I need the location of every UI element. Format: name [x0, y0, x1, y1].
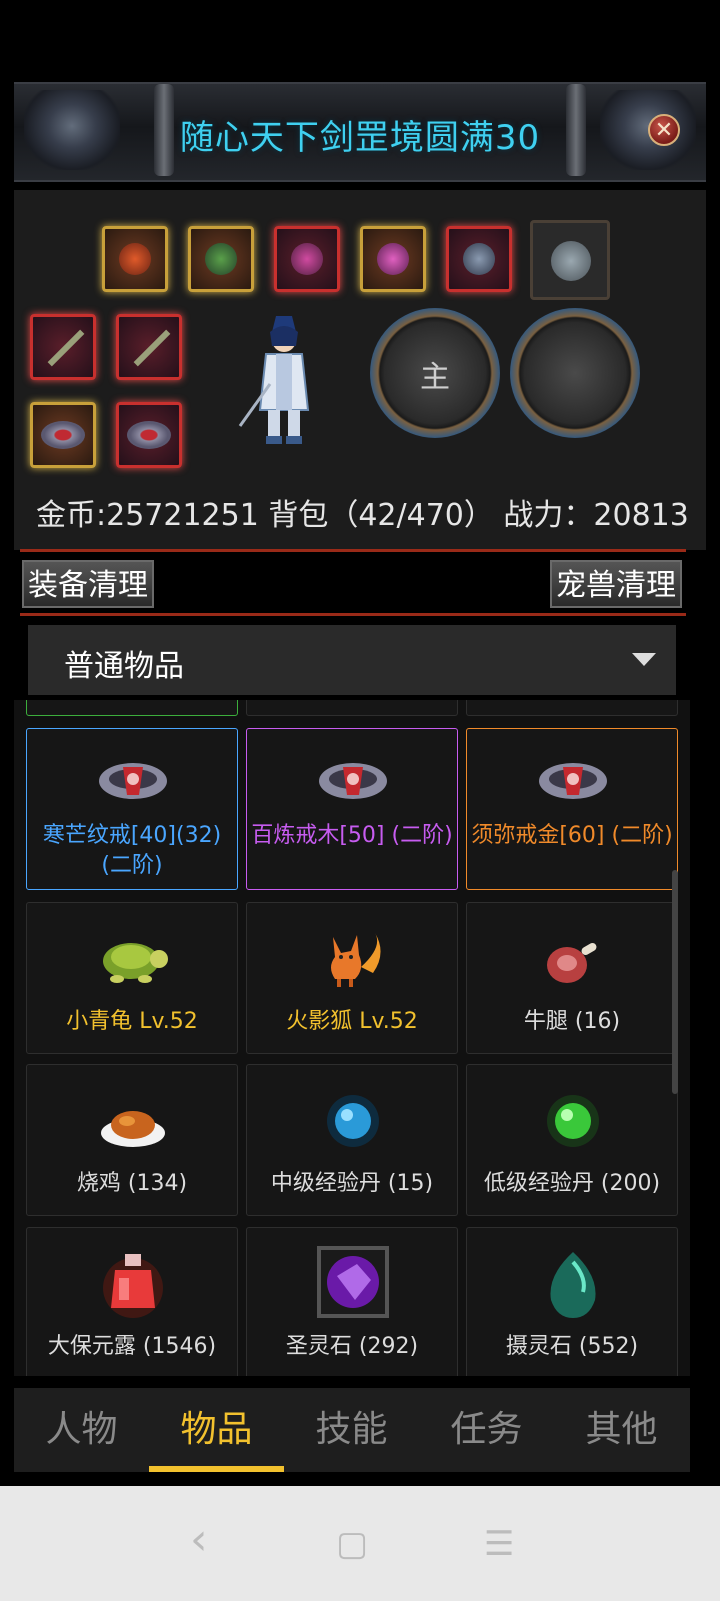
menu-icon[interactable]: ☰	[484, 1524, 514, 1564]
secondary-pet-slot[interactable]	[510, 308, 640, 438]
equip-slot-6[interactable]	[530, 220, 610, 300]
inventory-cell[interactable]: 摄灵石 (552)	[466, 1227, 678, 1376]
equip-slot-ring-1[interactable]	[30, 402, 96, 468]
purple-crystal-icon	[317, 1246, 389, 1318]
equip-slot-1[interactable]	[102, 226, 168, 292]
pendant-icon	[551, 241, 591, 281]
blue-orb-icon	[317, 1091, 389, 1151]
roast-chicken-icon	[97, 1095, 169, 1155]
equip-slot-ring-2[interactable]	[116, 402, 182, 468]
inventory-cell[interactable]: 百炼戒木[50] (二阶)	[246, 728, 458, 890]
inventory-cell[interactable]: 小青龟 Lv.52	[26, 902, 238, 1054]
inventory-cell[interactable]: 低级经验丹 (200)	[466, 1064, 678, 1216]
divider	[20, 613, 686, 616]
item-name: 摄灵石 (552)	[505, 1334, 639, 1359]
hero-character-icon	[238, 316, 310, 444]
equip-slot-weapon-2[interactable]	[116, 314, 182, 380]
inventory-cell[interactable]: 圣灵石 (292)	[246, 1227, 458, 1376]
green-egg-icon	[537, 1248, 609, 1318]
inventory-cell-partial[interactable]	[466, 700, 678, 716]
sword-icon	[133, 329, 171, 367]
category-dropdown[interactable]: 普通物品	[28, 625, 676, 695]
amulet-icon	[291, 243, 323, 275]
inventory-cell[interactable]: 中级经验丹 (15)	[246, 1064, 458, 1216]
equip-clean-button[interactable]: 装备清理	[22, 560, 154, 608]
sword-icon	[47, 329, 85, 367]
title-banner: 随心天下剑罡境圆满30 ✕	[14, 82, 706, 182]
equip-slot-4[interactable]	[360, 226, 426, 292]
potion-icon	[97, 1248, 169, 1318]
inventory-cell-partial[interactable]	[246, 700, 458, 716]
inventory-grid[interactable]: 寒芒纹戒[40](32) (二阶) 百炼戒木[50] (二阶) 须弥戒金[60]…	[14, 700, 690, 1376]
tab-character[interactable]: 人物	[14, 1388, 149, 1472]
bracer-icon	[377, 243, 409, 275]
ring-icon	[97, 751, 169, 811]
main-pet-label: 主	[420, 360, 450, 395]
tab-items[interactable]: 物品	[149, 1388, 284, 1472]
system-navigation-bar: ‹ ▢ ☰	[0, 1486, 720, 1601]
close-button[interactable]: ✕	[648, 114, 680, 146]
pet-clean-button[interactable]: 宠兽清理	[550, 560, 682, 608]
boots-icon	[463, 243, 495, 275]
scrollbar[interactable]	[672, 870, 678, 1094]
inventory-cell[interactable]: 大保元露 (1546)	[26, 1227, 238, 1376]
item-name: 中级经验丹 (15)	[270, 1171, 434, 1196]
turtle-icon	[97, 929, 169, 989]
tab-quests[interactable]: 任务	[419, 1388, 554, 1472]
equipment-panel: 主 金币:25721251 背包（42/470） 战力：20813	[14, 190, 706, 550]
inventory-cell[interactable]: 牛腿 (16)	[466, 902, 678, 1054]
home-icon[interactable]: ▢	[336, 1524, 368, 1564]
item-name: 火影狐 Lv.52	[286, 1009, 418, 1034]
page-title: 随心天下剑罡境圆满30	[179, 118, 541, 158]
tab-other[interactable]: 其他	[554, 1388, 689, 1472]
green-orb-icon	[537, 1091, 609, 1151]
chevron-down-icon	[632, 653, 656, 666]
meat-icon	[537, 933, 609, 993]
ring-icon	[317, 751, 389, 811]
inventory-cell[interactable]: 火影狐 Lv.52	[246, 902, 458, 1054]
inventory-cell[interactable]: 烧鸡 (134)	[26, 1064, 238, 1216]
ring-icon	[41, 421, 85, 449]
item-name: 大保元露 (1546)	[47, 1334, 217, 1359]
equip-slot-3[interactable]	[274, 226, 340, 292]
fox-icon	[317, 927, 389, 987]
armor-icon	[205, 243, 237, 275]
category-selected-value: 普通物品	[64, 649, 184, 684]
inventory-cell[interactable]: 寒芒纹戒[40](32) (二阶)	[26, 728, 238, 890]
player-stats: 金币:25721251 背包（42/470） 战力：20813	[36, 498, 689, 533]
inventory-cell[interactable]: 须弥戒金[60] (二阶)	[466, 728, 678, 890]
tab-skills[interactable]: 技能	[284, 1388, 419, 1472]
equip-slot-weapon-1[interactable]	[30, 314, 96, 380]
inventory-cell-partial[interactable]	[26, 700, 238, 716]
item-name: 牛腿 (16)	[523, 1009, 621, 1034]
main-pet-slot[interactable]: 主	[370, 308, 500, 438]
item-name: 小青龟 Lv.52	[66, 1009, 198, 1034]
equip-slot-5[interactable]	[446, 226, 512, 292]
back-icon[interactable]: ‹	[190, 1514, 208, 1565]
gem-icon	[119, 243, 151, 275]
active-tab-indicator	[149, 1466, 284, 1472]
item-name: 烧鸡 (134)	[76, 1171, 188, 1196]
item-name: 圣灵石 (292)	[285, 1334, 419, 1359]
divider	[20, 549, 686, 552]
bottom-tab-bar: 人物 物品 技能 任务 其他	[14, 1388, 690, 1472]
equip-slot-2[interactable]	[188, 226, 254, 292]
item-name: 寒芒纹戒[40](32) (二阶)	[42, 823, 222, 878]
item-name: 百炼戒木[50] (二阶)	[251, 823, 453, 848]
ring-icon	[127, 421, 171, 449]
item-name: 须弥戒金[60] (二阶)	[471, 823, 673, 848]
ring-icon	[537, 751, 609, 811]
item-name: 低级经验丹 (200)	[483, 1171, 661, 1196]
